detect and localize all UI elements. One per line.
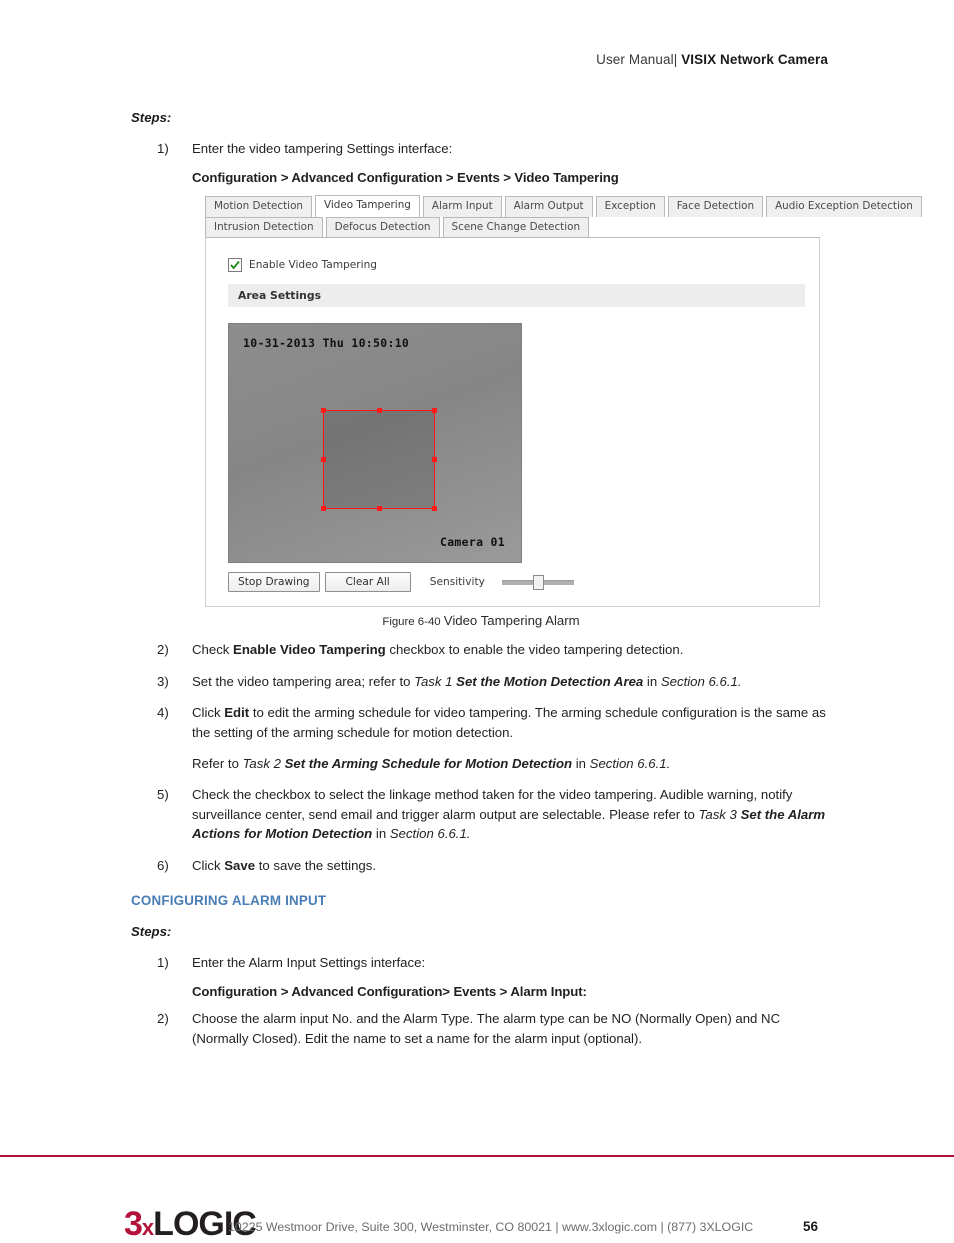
tab-alarm-input[interactable]: Alarm Input [422, 196, 502, 218]
sensitivity-slider-thumb[interactable] [532, 575, 544, 591]
tab-intrusion-detection[interactable]: Intrusion Detection [205, 217, 323, 239]
alarm-input-steps-list: 1) Enter the Alarm Input Settings interf… [131, 953, 831, 972]
step-2: 2) Check Enable Video Tampering checkbox… [131, 640, 831, 659]
video-tampering-steps-list-cont: 2) Check Enable Video Tampering checkbox… [131, 640, 831, 742]
resize-handle-bottom-left[interactable] [321, 506, 326, 512]
steps-label-1: Steps: [131, 110, 172, 125]
sensitivity-slider[interactable] [501, 575, 574, 591]
resize-handle-top-right[interactable] [432, 408, 437, 414]
step-1-number: 1) [157, 141, 169, 156]
tab-bar-row-1: Motion Detection Video Tampering Alarm I… [205, 194, 922, 218]
figure-caption-number: Figure 6-40 [382, 616, 444, 629]
video-tampering-steps-list: 1) Enter the video tampering Settings in… [131, 139, 831, 158]
checkbox-checked-icon[interactable] [228, 258, 242, 273]
header-prefix: User Manual| [596, 52, 682, 67]
clear-all-button[interactable]: Clear All [324, 572, 411, 593]
alarm-step-1-text: Enter the Alarm Input Settings interface… [192, 954, 426, 970]
header-title: VISIX Network Camera [681, 52, 828, 67]
resize-handle-middle-left[interactable] [321, 457, 326, 463]
step-5-text: Check the checkbox to select the linkage… [192, 787, 826, 842]
document-footer: 3xLOGIC 10225 Westmoor Drive, Suite 300,… [0, 1159, 954, 1241]
alarm-step-1: 1) Enter the Alarm Input Settings interf… [131, 953, 831, 972]
video-tampering-app-screenshot: Motion Detection Video Tampering Alarm I… [205, 194, 922, 608]
video-tampering-steps-list-cont2: 5) Check the checkbox to select the link… [131, 785, 831, 875]
footer-address: 10225 Westmoor Drive, Suite 300, Westmin… [228, 1220, 754, 1234]
step-1: 1) Enter the video tampering Settings in… [131, 139, 831, 158]
step-3: 3) Set the video tampering area; refer t… [131, 672, 831, 691]
tab-face-detection[interactable]: Face Detection [667, 196, 764, 218]
resize-handle-bottom-right[interactable] [432, 506, 437, 512]
tab-bar-row-2: Intrusion Detection Defocus Detection Sc… [205, 216, 820, 239]
alarm-step-2-text: Choose the alarm input No. and the Alarm… [192, 1011, 781, 1046]
video-tampering-panel: Enable Video Tampering Area Settings 10-… [205, 237, 820, 608]
step-3-text: Set the video tampering area; refer to T… [192, 673, 742, 689]
alarm-step-1-nav-path: Configuration > Advanced Configuration> … [192, 984, 587, 1000]
osd-camera-name: Camera 01 [439, 535, 505, 550]
stop-drawing-button[interactable]: Stop Drawing [228, 572, 320, 593]
step-1-text: Enter the video tampering Settings inter… [192, 141, 453, 156]
sensitivity-label: Sensitivity [429, 576, 485, 589]
step-4: 4) Click Edit to edit the arming schedul… [131, 703, 831, 742]
figure-6-40: Motion Detection Video Tampering Alarm I… [131, 194, 922, 628]
document-page: User Manual| VISIX Network Camera Steps:… [0, 0, 954, 1241]
tab-audio-exception-detection[interactable]: Audio Exception Detection [766, 196, 922, 218]
alarm-step-2-number: 2) [157, 1011, 169, 1027]
steps-label-2: Steps: [131, 923, 172, 939]
osd-timestamp: 10-31-2013 Thu 10:50:10 [243, 336, 410, 351]
step-5: 5) Check the checkbox to select the link… [131, 785, 831, 843]
resize-handle-bottom-middle[interactable] [376, 506, 382, 512]
step-6-number: 6) [157, 857, 169, 873]
tab-alarm-output[interactable]: Alarm Output [504, 196, 593, 218]
figure-caption-text: Video Tampering Alarm [443, 613, 580, 629]
tab-exception[interactable]: Exception [595, 196, 665, 218]
resize-handle-top-left[interactable] [321, 408, 326, 414]
step-1-nav-path: Configuration > Advanced Configuration >… [192, 170, 619, 186]
page-number: 56 [802, 1219, 818, 1234]
document-body: Steps: 1) Enter the video tampering Sett… [131, 110, 922, 1060]
section-heading-configuring-alarm-input: CONFIGURING ALARM INPUT [131, 892, 327, 908]
tab-motion-detection[interactable]: Motion Detection [205, 196, 313, 218]
alarm-step-2: 2) Choose the alarm input No. and the Al… [131, 1009, 831, 1048]
tab-scene-change-detection[interactable]: Scene Change Detection [442, 217, 590, 239]
step-3-number: 3) [157, 673, 169, 689]
alarm-step-1-number: 1) [157, 954, 169, 970]
resize-handle-middle-right[interactable] [432, 457, 437, 463]
step-4-refer-line: Refer to Task 2 Set the Arming Schedule … [192, 755, 671, 771]
tampering-area-rectangle[interactable] [321, 408, 437, 512]
logo-3: 3 [124, 1205, 143, 1243]
tab-defocus-detection[interactable]: Defocus Detection [325, 217, 440, 239]
enable-video-tampering-label: Enable Video Tampering [249, 259, 378, 272]
step-5-number: 5) [157, 787, 169, 803]
step-4-number: 4) [157, 705, 169, 721]
tab-video-tampering[interactable]: Video Tampering [315, 195, 420, 218]
step-6: 6) Click Save to save the settings. [131, 856, 831, 875]
drawing-controls: Stop Drawing Clear All Sensitivity [228, 572, 811, 593]
step-6-text: Click Save to save the settings. [192, 857, 377, 873]
figure-caption: Figure 6-40 Video Tampering Alarm [131, 613, 831, 628]
step-2-text: Check Enable Video Tampering checkbox to… [192, 642, 684, 658]
footer-divider [0, 1154, 954, 1157]
step-4-text: Click Edit to edit the arming schedule f… [192, 705, 826, 740]
video-preview[interactable]: 10-31-2013 Thu 10:50:10 Camera 01 [228, 323, 522, 564]
area-settings-header: Area Settings [228, 284, 805, 308]
alarm-input-steps-list-cont: 2) Choose the alarm input No. and the Al… [131, 1009, 831, 1048]
enable-video-tampering-row[interactable]: Enable Video Tampering [228, 258, 811, 273]
resize-handle-top-middle[interactable] [376, 408, 382, 414]
document-header: User Manual| VISIX Network Camera [596, 52, 828, 67]
logo-x: x [141, 1215, 154, 1240]
step-2-number: 2) [157, 642, 169, 658]
